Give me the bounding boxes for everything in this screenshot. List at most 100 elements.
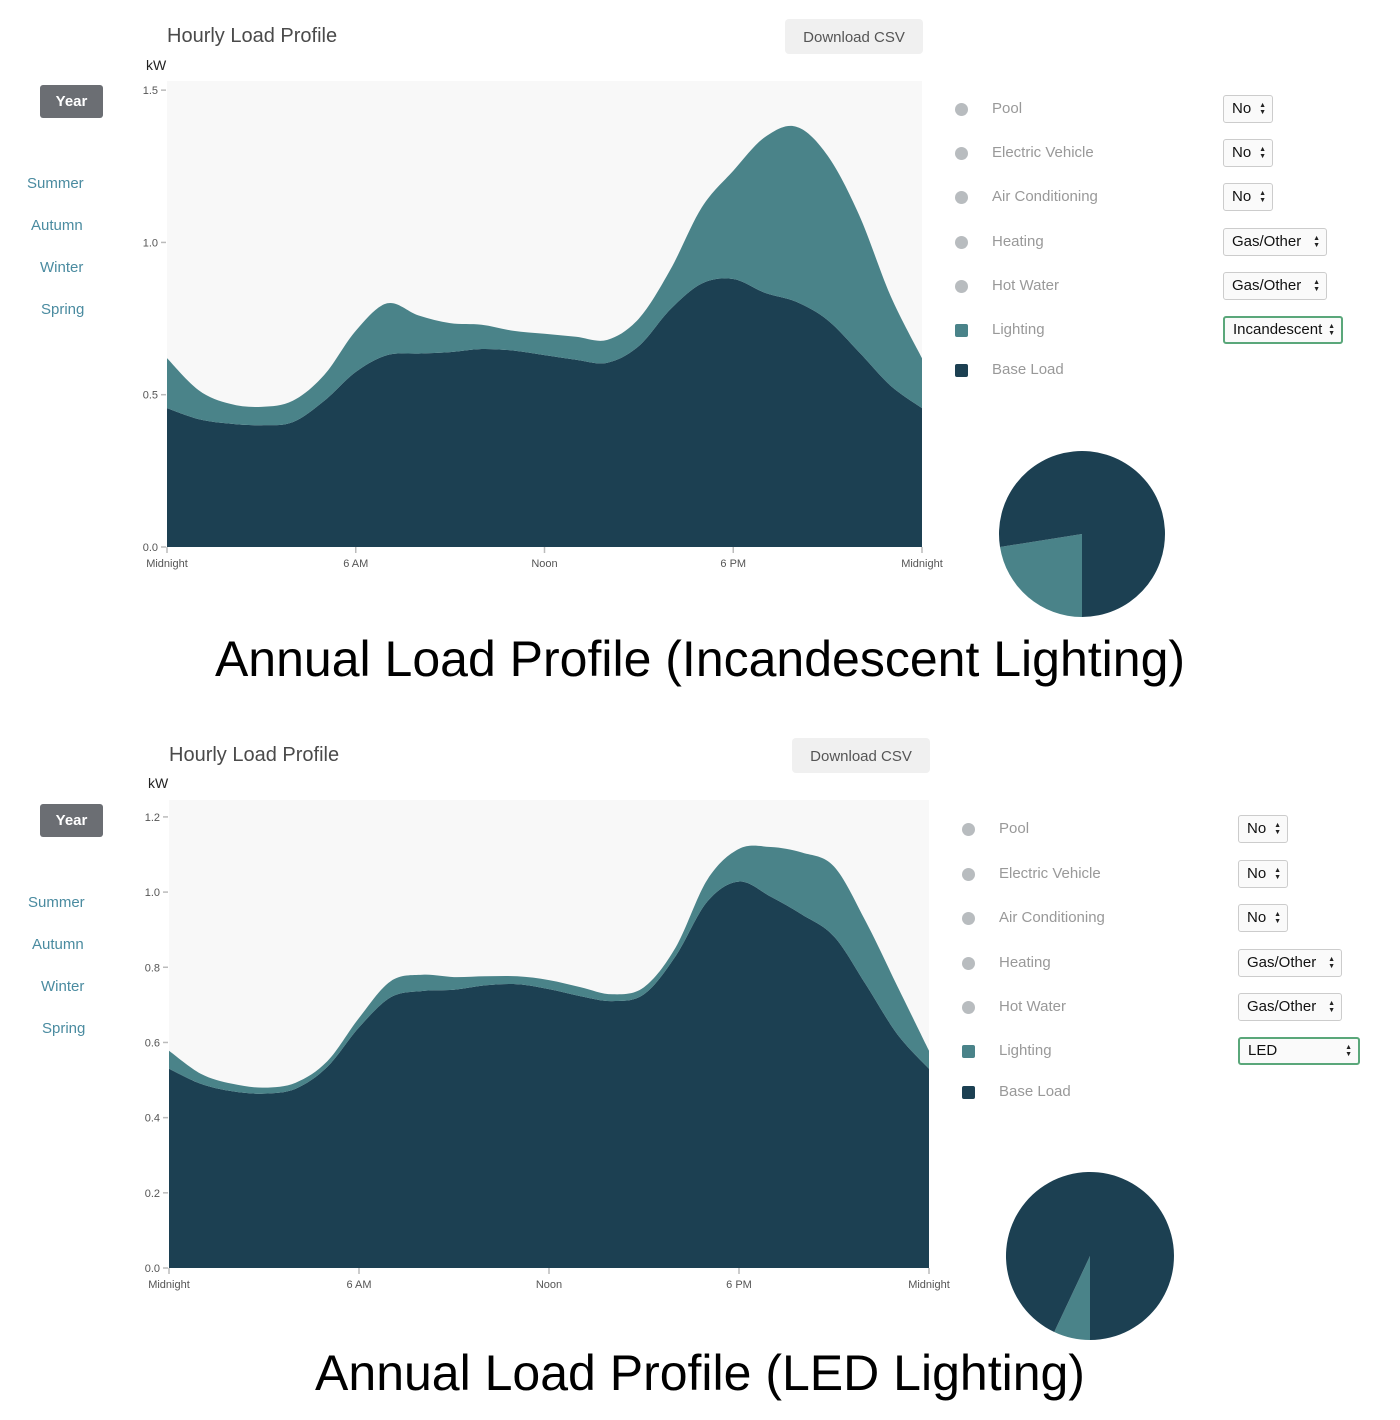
- select-value: No: [1247, 909, 1267, 926]
- y-tick-label: 0.5: [143, 390, 158, 402]
- legend-item-electric-vehicle: Electric Vehicle No ▲ ▼: [950, 139, 1370, 169]
- inactive-dot-icon: [962, 868, 975, 881]
- incandescent-panel: Year Summer Autumn Winter Spring Hourly Load…: [0, 0, 1400, 700]
- pool-select[interactable]: No ▲ ▼: [1223, 95, 1273, 123]
- legend-label: Hot Water: [992, 277, 1059, 294]
- updown-arrows-icon: ▲ ▼: [1313, 279, 1320, 293]
- heating-select[interactable]: Gas/Other ▲ ▼: [1238, 949, 1342, 977]
- select-value: Incandescent: [1233, 321, 1323, 338]
- pool-select[interactable]: No ▲ ▼: [1238, 815, 1288, 843]
- select-value: No: [1232, 144, 1252, 161]
- select-value: No: [1247, 865, 1267, 882]
- y-tick-label: 0.2: [145, 1188, 160, 1200]
- color-swatch-icon: [955, 324, 968, 337]
- y-tick-label: 0.0: [143, 542, 158, 554]
- select-value: No: [1232, 188, 1252, 205]
- x-tick-label: 6 AM: [346, 1279, 371, 1291]
- load-share-pie: [998, 451, 1165, 617]
- electric-vehicle-select[interactable]: No ▲ ▼: [1238, 860, 1288, 888]
- lighting-select[interactable]: Incandescent ▲ ▼: [1223, 316, 1343, 344]
- y-tick-label: 1.0: [143, 237, 158, 249]
- updown-arrows-icon: ▲ ▼: [1259, 190, 1266, 204]
- legend-label: Base Load: [999, 1083, 1071, 1100]
- pie-slice-lighting: [1000, 534, 1082, 617]
- figure-caption: Annual Load Profile (LED Lighting): [315, 1345, 1085, 1401]
- hot-water-select[interactable]: Gas/Other ▲ ▼: [1223, 272, 1327, 300]
- air-conditioning-select[interactable]: No ▲ ▼: [1238, 904, 1288, 932]
- hot-water-select[interactable]: Gas/Other ▲ ▼: [1238, 993, 1342, 1021]
- legend-label: Heating: [992, 233, 1044, 250]
- select-value: LED: [1248, 1042, 1278, 1059]
- updown-arrows-icon: ▲ ▼: [1274, 911, 1281, 925]
- x-tick-label: Midnight: [908, 1279, 950, 1291]
- legend-item-lighting: Lighting LED ▲ ▼: [957, 1037, 1377, 1067]
- x-tick-label: Noon: [531, 558, 557, 570]
- inactive-dot-icon: [955, 147, 968, 160]
- legend-label: Pool: [999, 820, 1030, 837]
- y-tick-label: 1.5: [143, 85, 158, 97]
- x-tick-label: Midnight: [148, 1279, 190, 1291]
- y-tick-label: 1.2: [145, 812, 160, 824]
- color-swatch-icon: [955, 364, 968, 377]
- y-tick-label: 0.6: [145, 1037, 160, 1049]
- select-value: Gas/Other: [1232, 277, 1302, 294]
- air-conditioning-select[interactable]: No ▲ ▼: [1223, 183, 1273, 211]
- legend-item-lighting: Lighting Incandescent ▲ ▼: [950, 316, 1370, 346]
- inactive-dot-icon: [962, 912, 975, 925]
- inactive-dot-icon: [962, 823, 975, 836]
- legend-label: Lighting: [999, 1042, 1052, 1059]
- x-tick-label: 6 PM: [720, 558, 746, 570]
- select-value: Gas/Other: [1232, 233, 1302, 250]
- updown-arrows-icon: ▲ ▼: [1328, 956, 1335, 970]
- legend-item-air-conditioning: Air Conditioning No ▲ ▼: [950, 183, 1370, 213]
- legend-label: Base Load: [992, 361, 1064, 378]
- legend-item-air-conditioning: Air Conditioning No ▲ ▼: [957, 904, 1377, 934]
- heating-select[interactable]: Gas/Other ▲ ▼: [1223, 228, 1327, 256]
- x-tick-label: Midnight: [146, 558, 188, 570]
- x-tick-label: 6 PM: [726, 1279, 752, 1291]
- legend-label: Electric Vehicle: [992, 144, 1094, 161]
- legend-label: Heating: [999, 954, 1051, 971]
- legend-label: Air Conditioning: [999, 909, 1105, 926]
- led-panel: Year Summer Autumn Winter Spring Hourly Load…: [0, 719, 1400, 1419]
- inactive-dot-icon: [955, 103, 968, 116]
- y-tick-label: 0.0: [145, 1263, 160, 1275]
- updown-arrows-icon: ▲ ▼: [1345, 1044, 1352, 1058]
- inactive-dot-icon: [955, 280, 968, 293]
- updown-arrows-icon: ▲ ▼: [1259, 102, 1266, 116]
- updown-arrows-icon: ▲ ▼: [1328, 323, 1335, 337]
- x-tick-label: 6 AM: [343, 558, 368, 570]
- legend-label: Hot Water: [999, 998, 1066, 1015]
- y-tick-label: 0.4: [145, 1113, 160, 1125]
- updown-arrows-icon: ▲ ▼: [1259, 146, 1266, 160]
- select-value: No: [1232, 100, 1252, 117]
- legend-item-hot-water: Hot Water Gas/Other ▲ ▼: [950, 272, 1370, 302]
- legend-label: Electric Vehicle: [999, 865, 1101, 882]
- color-swatch-icon: [962, 1086, 975, 1099]
- legend-item-electric-vehicle: Electric Vehicle No ▲ ▼: [957, 860, 1377, 890]
- legend-item-pool: Pool No ▲ ▼: [957, 815, 1377, 845]
- inactive-dot-icon: [955, 236, 968, 249]
- select-value: Gas/Other: [1247, 954, 1317, 971]
- hourly-load-chart: kW 0.0 0.5 1.0 1.5 Midnight 6 AM Noon 6 PM Midnig…: [143, 57, 943, 570]
- legend-item-heating: Heating Gas/Other ▲ ▼: [950, 228, 1370, 258]
- x-tick-label: Noon: [536, 1279, 562, 1291]
- legend-item-base-load: Base Load: [950, 356, 1370, 386]
- x-tick-label: Midnight: [901, 558, 943, 570]
- legend-item-base-load: Base Load: [957, 1078, 1377, 1108]
- electric-vehicle-select[interactable]: No ▲ ▼: [1223, 139, 1273, 167]
- updown-arrows-icon: ▲ ▼: [1313, 235, 1320, 249]
- y-unit-label: kW: [146, 57, 167, 73]
- legend-item-heating: Heating Gas/Other ▲ ▼: [957, 949, 1377, 979]
- legend-label: Lighting: [992, 321, 1045, 338]
- y-tick-label: 0.8: [145, 962, 160, 974]
- lighting-select[interactable]: LED ▲ ▼: [1238, 1037, 1360, 1065]
- y-tick-label: 1.0: [145, 887, 160, 899]
- select-value: Gas/Other: [1247, 998, 1317, 1015]
- inactive-dot-icon: [962, 1001, 975, 1014]
- hourly-load-chart: kW 0.0 0.2 0.4 0.6 0.8 1.0 1.2 Midnight 6 AM Noon 6…: [145, 775, 950, 1291]
- figure-caption: Annual Load Profile (Incandescent Lighti…: [214, 631, 1186, 687]
- inactive-dot-icon: [962, 957, 975, 970]
- legend-label: Air Conditioning: [992, 188, 1098, 205]
- legend-item-pool: Pool No ▲ ▼: [950, 95, 1370, 125]
